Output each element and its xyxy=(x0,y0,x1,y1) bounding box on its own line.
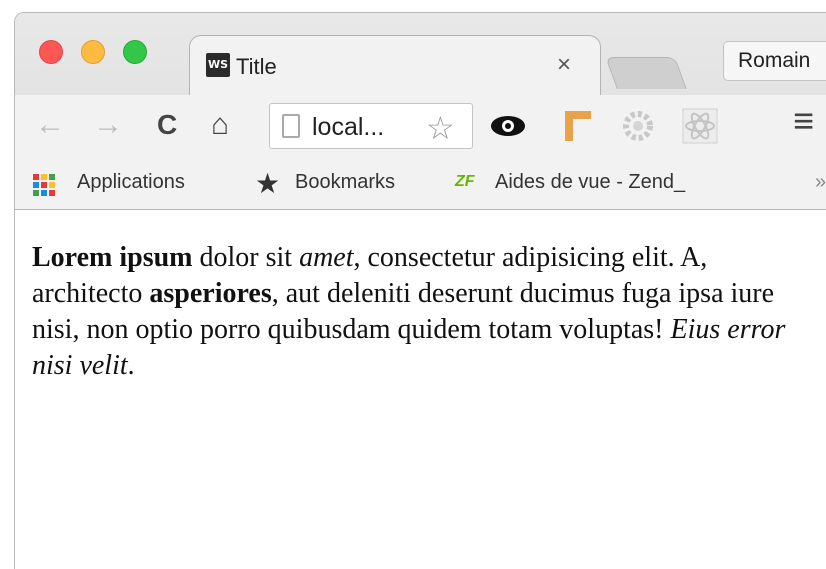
toolbar: ← → C ⌂ local... ☆ ≡ xyxy=(15,95,826,159)
browser-chrome: WS Title × Romain ← → C ⌂ local... ☆ ≡ A… xyxy=(15,13,826,210)
bookmarks-bar: Applications ★ Bookmarks ZF Aides de vue… xyxy=(15,159,826,209)
bookmarks-overflow-icon[interactable]: » xyxy=(815,171,826,194)
address-bar[interactable]: local... ☆ xyxy=(269,103,473,149)
react-extension-icon[interactable] xyxy=(681,107,719,145)
bookmark-bookmarks[interactable]: Bookmarks xyxy=(295,171,395,194)
reload-icon[interactable]: C xyxy=(157,109,177,141)
star-icon[interactable]: ☆ xyxy=(426,109,455,147)
paragraph-text: . xyxy=(127,350,135,381)
paragraph-text: dolor sit xyxy=(192,242,300,273)
italic-text: amet xyxy=(299,242,354,273)
zoom-window-button[interactable] xyxy=(123,40,147,64)
page-icon xyxy=(282,114,300,138)
back-arrow-icon[interactable]: ← xyxy=(35,109,65,141)
webstorm-favicon-icon: WS xyxy=(206,53,230,77)
tab-title[interactable]: WS Title × xyxy=(189,35,601,95)
zend-framework-icon: ZF xyxy=(455,173,475,190)
forward-arrow-icon[interactable]: → xyxy=(93,109,123,141)
bookmark-applications[interactable]: Applications xyxy=(77,171,185,194)
bold-text: asperiores xyxy=(149,278,272,309)
bookmarks-star-icon: ★ xyxy=(255,168,281,199)
eye-icon[interactable] xyxy=(489,111,527,141)
tab-close-icon[interactable]: × xyxy=(557,51,571,79)
gear-extension-icon[interactable] xyxy=(621,109,655,143)
close-window-button[interactable] xyxy=(39,40,63,64)
home-icon[interactable]: ⌂ xyxy=(211,109,229,141)
bold-text: Lorem ipsum xyxy=(32,242,193,273)
orange-ruler-icon[interactable] xyxy=(561,107,595,143)
bookmark-aides-de-vue-zend[interactable]: Aides de vue - Zend_ xyxy=(495,171,685,194)
url-text: local... xyxy=(312,113,385,141)
menu-icon[interactable]: ≡ xyxy=(793,103,814,139)
tab-title-label: Title xyxy=(236,54,277,79)
new-tab-button[interactable] xyxy=(605,57,687,89)
lorem-paragraph: Lorem ipsum dolor sit amet, consectetur … xyxy=(32,240,822,384)
profile-button[interactable]: Romain xyxy=(723,41,826,81)
minimize-window-button[interactable] xyxy=(81,40,105,64)
page-content: Lorem ipsum dolor sit amet, consectetur … xyxy=(32,240,822,384)
apps-grid-icon xyxy=(33,174,55,196)
